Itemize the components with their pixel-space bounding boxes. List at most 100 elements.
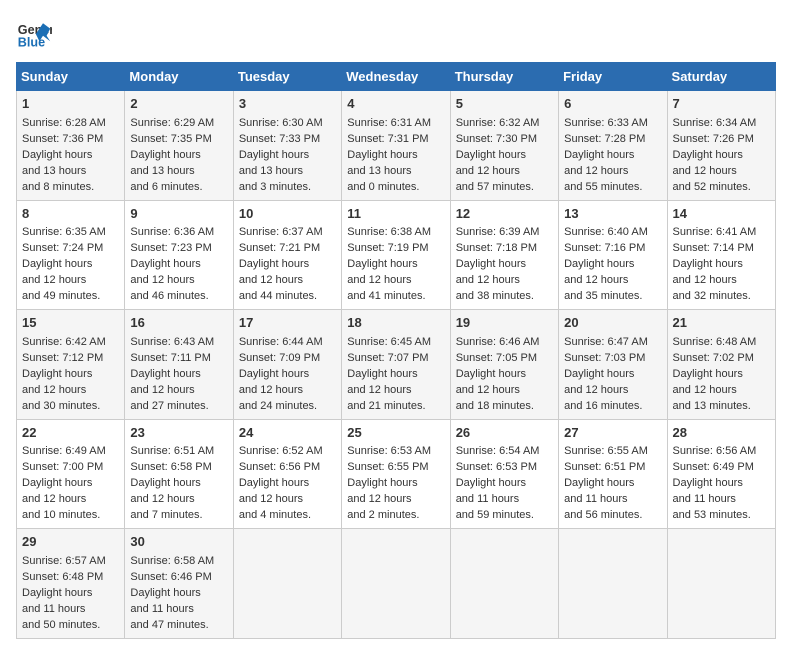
sunset-text: Sunset: 7:33 PM [239,133,320,145]
daylight-text: Daylight hours [673,258,743,270]
daylight-duration: and 12 hoursand 7 minutes. [130,493,202,521]
sunrise-text: Sunrise: 6:57 AM [22,555,106,567]
daylight-text: Daylight hours [22,258,92,270]
day-number: 3 [239,95,336,114]
sunset-text: Sunset: 7:23 PM [130,242,211,254]
day-number: 24 [239,424,336,443]
daylight-text: Daylight hours [564,477,634,489]
daylight-text: Daylight hours [239,477,309,489]
sunrise-text: Sunrise: 6:29 AM [130,117,214,129]
calendar-week-row: 29Sunrise: 6:57 AMSunset: 6:48 PMDayligh… [17,529,776,639]
day-number: 1 [22,95,119,114]
daylight-text: Daylight hours [347,477,417,489]
sunset-text: Sunset: 6:58 PM [130,461,211,473]
sunrise-text: Sunrise: 6:31 AM [347,117,431,129]
daylight-text: Daylight hours [130,587,200,599]
daylight-text: Daylight hours [347,149,417,161]
sunset-text: Sunset: 7:19 PM [347,242,428,254]
daylight-text: Daylight hours [456,368,526,380]
day-number: 28 [673,424,770,443]
sunrise-text: Sunrise: 6:33 AM [564,117,648,129]
sunrise-text: Sunrise: 6:52 AM [239,445,323,457]
daylight-text: Daylight hours [456,149,526,161]
calendar-cell: 24Sunrise: 6:52 AMSunset: 6:56 PMDayligh… [233,419,341,529]
sunrise-text: Sunrise: 6:53 AM [347,445,431,457]
calendar-cell: 11Sunrise: 6:38 AMSunset: 7:19 PMDayligh… [342,200,450,310]
sunrise-text: Sunrise: 6:44 AM [239,336,323,348]
calendar-week-row: 1 Sunrise: 6:28 AM Sunset: 7:36 PM Daylight… [17,91,776,201]
sunset-text: Sunset: 7:35 PM [130,133,211,145]
daylight-duration: and 12 hoursand 2 minutes. [347,493,419,521]
daylight-duration: and 12 hoursand 16 minutes. [564,384,642,412]
daylight-text: Daylight hours [673,477,743,489]
day-number: 19 [456,314,553,333]
sunrise-text: Sunrise: 6:34 AM [673,117,757,129]
sunrise-text: Sunrise: 6:55 AM [564,445,648,457]
daylight-text: Daylight hours [239,368,309,380]
daylight-duration: and 11 hoursand 56 minutes. [564,493,642,521]
daylight-duration: and 11 hoursand 59 minutes. [456,493,534,521]
daylight-duration: and 12 hoursand 44 minutes. [239,274,317,302]
day-number: 2 [130,95,227,114]
calendar-cell: 18Sunrise: 6:45 AMSunset: 7:07 PMDayligh… [342,310,450,420]
sunset-text: Sunset: 7:14 PM [673,242,754,254]
sunrise-text: Sunrise: 6:42 AM [22,336,106,348]
daylight-text: Daylight hours [564,258,634,270]
calendar-cell: 7Sunrise: 6:34 AMSunset: 7:26 PMDaylight… [667,91,775,201]
calendar-cell [233,529,341,639]
header-saturday: Saturday [667,63,775,91]
daylight-duration: and 12 hoursand 18 minutes. [456,384,534,412]
daylight-duration: and 11 hoursand 50 minutes. [22,603,100,631]
sunrise-text: Sunrise: 6:40 AM [564,226,648,238]
days-header-row: Sunday Monday Tuesday Wednesday Thursday… [17,63,776,91]
daylight-duration: and 12 hoursand 52 minutes. [673,165,751,193]
day-number: 21 [673,314,770,333]
calendar-cell: 3Sunrise: 6:30 AMSunset: 7:33 PMDaylight… [233,91,341,201]
day-number: 14 [673,205,770,224]
day-number: 20 [564,314,661,333]
day-number: 8 [22,205,119,224]
calendar-cell: 19Sunrise: 6:46 AMSunset: 7:05 PMDayligh… [450,310,558,420]
calendar-cell: 6Sunrise: 6:33 AMSunset: 7:28 PMDaylight… [559,91,667,201]
sunset-text: Sunset: 6:53 PM [456,461,537,473]
calendar-cell: 4Sunrise: 6:31 AMSunset: 7:31 PMDaylight… [342,91,450,201]
sunrise-text: Sunrise: 6:32 AM [456,117,540,129]
sunset-text: Sunset: 7:30 PM [456,133,537,145]
page-header: General Blue [16,16,776,52]
day-number: 29 [22,533,119,552]
day-number: 12 [456,205,553,224]
sunset-text: Sunset: 6:46 PM [130,571,211,583]
daylight-duration: and 12 hoursand 41 minutes. [347,274,425,302]
sunset-text: Sunset: 7:18 PM [456,242,537,254]
calendar-cell: 17Sunrise: 6:44 AMSunset: 7:09 PMDayligh… [233,310,341,420]
sunrise-text: Sunrise: 6:43 AM [130,336,214,348]
sunrise-text: Sunrise: 6:38 AM [347,226,431,238]
calendar-cell: 28Sunrise: 6:56 AMSunset: 6:49 PMDayligh… [667,419,775,529]
day-number: 30 [130,533,227,552]
calendar-cell: 25Sunrise: 6:53 AMSunset: 6:55 PMDayligh… [342,419,450,529]
header-monday: Monday [125,63,233,91]
sunset-text: Sunset: 7:31 PM [347,133,428,145]
day-number: 17 [239,314,336,333]
sunrise-text: Sunrise: 6:37 AM [239,226,323,238]
daylight-text: Daylight hours [564,149,634,161]
sunrise-text: Sunrise: 6:28 AM [22,117,106,129]
calendar-cell: 16Sunrise: 6:43 AMSunset: 7:11 PMDayligh… [125,310,233,420]
calendar-cell: 27Sunrise: 6:55 AMSunset: 6:51 PMDayligh… [559,419,667,529]
day-number: 23 [130,424,227,443]
calendar-cell: 30Sunrise: 6:58 AMSunset: 6:46 PMDayligh… [125,529,233,639]
calendar-week-row: 8Sunrise: 6:35 AMSunset: 7:24 PMDaylight… [17,200,776,310]
calendar-table: Sunday Monday Tuesday Wednesday Thursday… [16,62,776,639]
sunset-text: Sunset: 7:36 PM [22,133,103,145]
daylight-duration: and 12 hoursand 55 minutes. [564,165,642,193]
sunset-text: Sunset: 7:21 PM [239,242,320,254]
daylight-text: Daylight hours [673,368,743,380]
day-number: 25 [347,424,444,443]
daylight-duration: and 13 hoursand 8 minutes. [22,165,94,193]
daylight-text: Daylight hours [130,368,200,380]
calendar-cell: 8Sunrise: 6:35 AMSunset: 7:24 PMDaylight… [17,200,125,310]
daylight-text: Daylight hours [673,149,743,161]
day-number: 13 [564,205,661,224]
daylight-text: Daylight hours [22,368,92,380]
daylight-duration: and 12 hoursand 21 minutes. [347,384,425,412]
